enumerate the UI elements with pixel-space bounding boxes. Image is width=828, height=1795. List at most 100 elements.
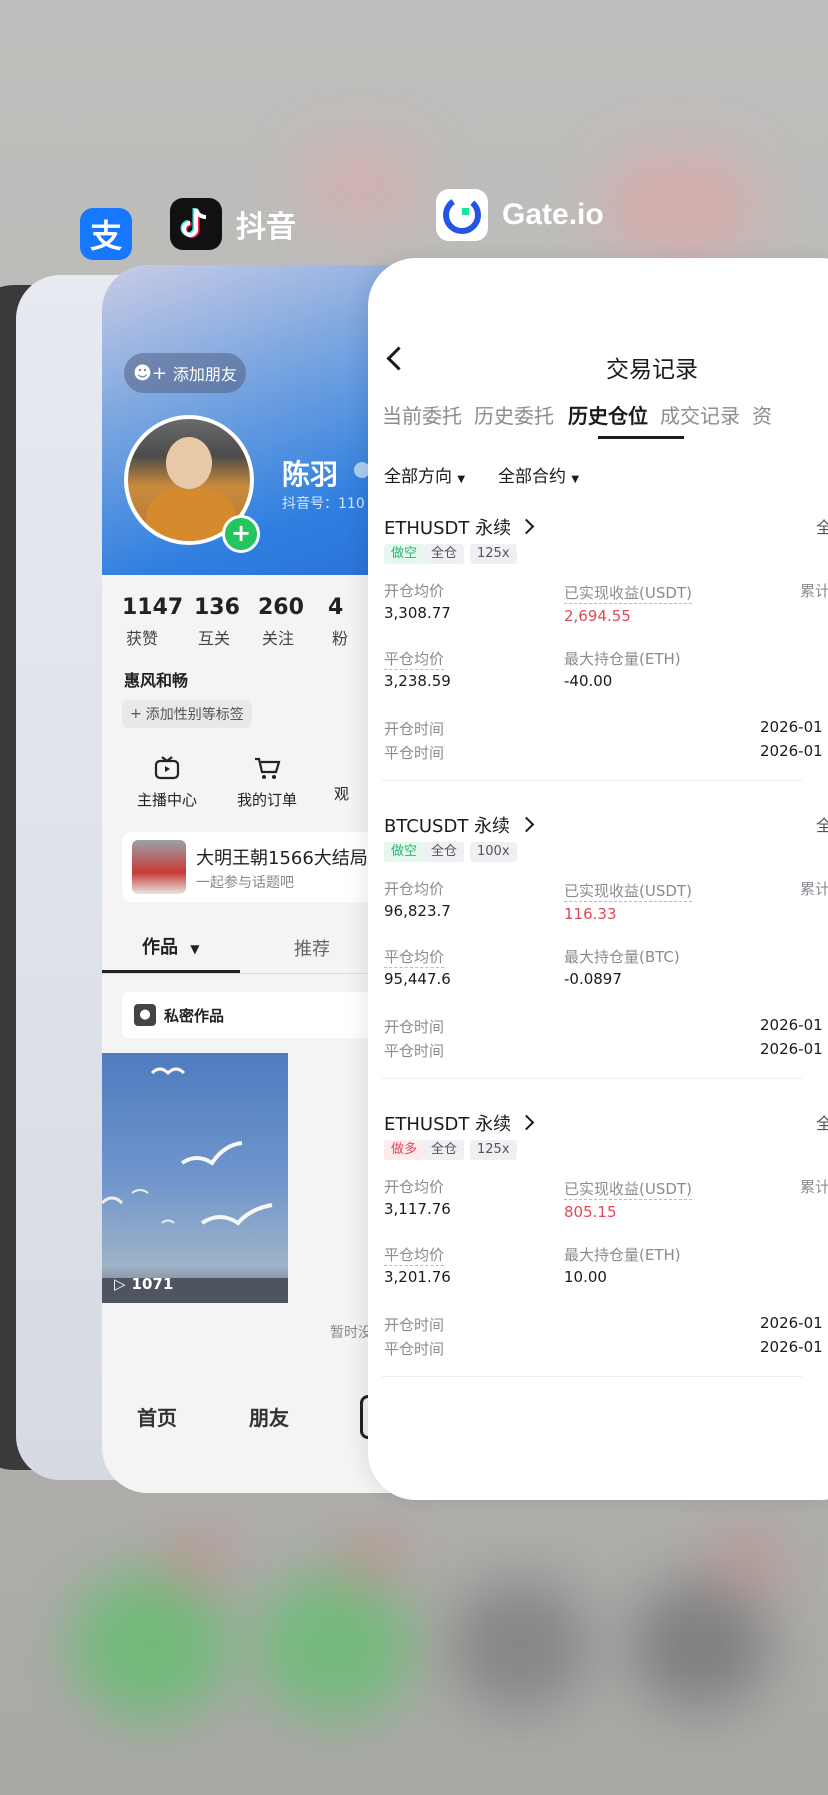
app-label-douyin[interactable]: 抖音 bbox=[170, 198, 296, 250]
realized-pnl-label-text: 已实现收益(USDT) bbox=[564, 1180, 692, 1200]
max-position-value: -0.0897 bbox=[564, 970, 622, 988]
plus-icon: + bbox=[130, 706, 142, 722]
tab-4[interactable]: 资 bbox=[752, 400, 772, 429]
douyin-icon bbox=[170, 198, 222, 250]
position-symbol[interactable]: BTCUSDT 永续 bbox=[384, 812, 510, 838]
add-person-icon: ☻+ bbox=[133, 362, 167, 384]
tab-1[interactable]: 历史委托 bbox=[474, 400, 554, 429]
badge-blur bbox=[720, 1540, 770, 1580]
background-blur bbox=[300, 140, 420, 230]
close-all-label[interactable]: 全 bbox=[816, 1110, 828, 1134]
avg-close-value: 95,447.6 bbox=[384, 970, 451, 988]
filter-contract-label: 全部合约 bbox=[498, 467, 566, 487]
realized-pnl-value: 2,694.55 bbox=[564, 607, 631, 625]
open-time-label: 开仓时间 bbox=[384, 1316, 445, 1334]
side-badge: 做空 bbox=[384, 842, 425, 862]
margin-badge: 全仓 bbox=[424, 842, 465, 862]
video-thumbnail[interactable]: ▷ 1071 bbox=[102, 1053, 288, 1303]
dropdown-triangle-icon: ▼ bbox=[190, 942, 200, 956]
avg-open-label: 开仓均价 bbox=[384, 582, 445, 600]
nav-home[interactable]: 首页 bbox=[137, 1402, 177, 1431]
avg-close-value: 3,238.59 bbox=[384, 672, 451, 690]
open-time-value: 2026-01 bbox=[760, 1314, 823, 1332]
topic-subtitle: 一起参与话题吧 bbox=[196, 875, 294, 891]
avatar-add-button[interactable]: + bbox=[222, 515, 260, 553]
realized-pnl-label: 已实现收益(USDT) bbox=[564, 582, 692, 604]
shortcut-label: 我的订单 bbox=[236, 791, 297, 809]
chevron-right-icon[interactable] bbox=[518, 518, 535, 535]
avg-close-label: 平仓均价 bbox=[384, 946, 445, 968]
tab-3[interactable]: 成交记录 bbox=[660, 400, 740, 429]
position-symbol[interactable]: ETHUSDT 永续 bbox=[384, 1110, 511, 1136]
avg-open-label: 开仓均价 bbox=[384, 1178, 445, 1196]
app-card-gate[interactable]: 交易记录 当前委托 历史委托 历史仓位 成交记录资 全部方向 ▼ 全部合约 ▼ ETH… bbox=[368, 258, 828, 1500]
add-friend-button[interactable]: ☻+ 添加朋友 bbox=[124, 353, 246, 393]
play-icon: ▷ bbox=[114, 1275, 126, 1293]
filter-direction[interactable]: 全部方向 ▼ bbox=[384, 462, 465, 487]
realized-pnl-value: 805.15 bbox=[564, 1203, 617, 1221]
app-label-gate[interactable]: Gate.io bbox=[436, 189, 604, 241]
dock-blur-green-2 bbox=[255, 1570, 415, 1720]
close-time-label: 平仓时间 bbox=[384, 1042, 445, 1060]
leverage-badge: 125x bbox=[470, 1140, 517, 1160]
filter-contract[interactable]: 全部合约 ▼ bbox=[498, 462, 579, 487]
close-all-label[interactable]: 全 bbox=[816, 812, 828, 836]
badge-blur bbox=[170, 1540, 220, 1580]
add-tags-button[interactable]: + 添加性别等标签 bbox=[122, 700, 252, 728]
stat-value[interactable]: 4 bbox=[328, 595, 343, 620]
lock-icon: ● bbox=[134, 1004, 156, 1026]
gate-app-name: Gate.io bbox=[502, 198, 604, 231]
filter-direction-label: 全部方向 bbox=[384, 467, 452, 487]
open-time-label: 开仓时间 bbox=[384, 720, 445, 738]
shortcut-label: 主播中心 bbox=[136, 791, 197, 809]
gate-icon bbox=[436, 189, 488, 241]
tab-recommend[interactable]: 推荐 bbox=[294, 935, 330, 961]
position-divider bbox=[382, 780, 802, 781]
caret-down-icon: ▼ bbox=[457, 474, 466, 485]
topic-title: 大明王朝1566大结局 bbox=[196, 848, 368, 869]
max-position-label: 最大持仓量(ETH) bbox=[564, 650, 681, 668]
max-position-label: 最大持仓量(ETH) bbox=[564, 1246, 681, 1264]
tab-works-label: 作品 bbox=[142, 937, 178, 958]
leverage-badge: 125x bbox=[470, 544, 517, 564]
close-time-value: 2026-01 bbox=[760, 742, 823, 760]
avatar-figure bbox=[166, 437, 212, 489]
chevron-right-icon[interactable] bbox=[518, 1114, 535, 1131]
margin-badge: 全仓 bbox=[424, 544, 465, 564]
avg-close-label: 平仓均价 bbox=[384, 648, 445, 670]
close-all-label[interactable]: 全 bbox=[816, 514, 828, 538]
cart-icon bbox=[255, 757, 281, 779]
avg-open-label: 开仓均价 bbox=[384, 880, 445, 898]
tab-2[interactable]: 历史仓位 bbox=[568, 400, 648, 429]
open-time-value: 2026-01 bbox=[760, 718, 823, 736]
profile-douyin-id: 抖音号：110 bbox=[282, 496, 365, 512]
avg-close-label-text: 平仓均价 bbox=[384, 650, 445, 670]
avg-open-value: 3,308.77 bbox=[384, 604, 451, 622]
back-chevron-icon[interactable] bbox=[386, 346, 411, 371]
position-symbol[interactable]: ETHUSDT 永续 bbox=[384, 514, 511, 540]
topic-thumbnail bbox=[132, 840, 186, 894]
seagulls-illustration bbox=[102, 1067, 288, 1303]
alipay-icon: 支 bbox=[80, 208, 132, 260]
tab-0[interactable]: 当前委托 bbox=[382, 400, 462, 429]
stat-value[interactable]: 1147 bbox=[122, 595, 183, 620]
stat-value[interactable]: 260 bbox=[258, 595, 304, 620]
shortcut-anchor-center[interactable]: 主播中心 bbox=[122, 755, 212, 815]
chevron-right-icon[interactable] bbox=[518, 816, 535, 833]
alipay-glyph: 支 bbox=[89, 217, 122, 255]
close-time-label: 平仓时间 bbox=[384, 1340, 445, 1358]
stat-value[interactable]: 136 bbox=[194, 595, 240, 620]
dock-blur-dark-2 bbox=[630, 1580, 770, 1710]
close-time-label: 平仓时间 bbox=[384, 744, 445, 762]
app-label-alipay[interactable]: 支 bbox=[80, 208, 132, 260]
private-works-label: 私密作品 bbox=[164, 1006, 225, 1025]
stat-label: 粉 bbox=[332, 629, 349, 648]
avg-open-value: 3,117.76 bbox=[384, 1200, 451, 1218]
tab-works[interactable]: 作品 ▼ bbox=[142, 933, 200, 959]
avg-close-label-text: 平仓均价 bbox=[384, 948, 445, 968]
shortcut-my-orders[interactable]: 我的订单 bbox=[222, 755, 312, 815]
nav-friends[interactable]: 朋友 bbox=[249, 1402, 289, 1431]
position-divider bbox=[382, 1078, 802, 1079]
avg-open-value: 96,823.7 bbox=[384, 902, 451, 920]
stat-label: 互关 bbox=[198, 629, 231, 648]
